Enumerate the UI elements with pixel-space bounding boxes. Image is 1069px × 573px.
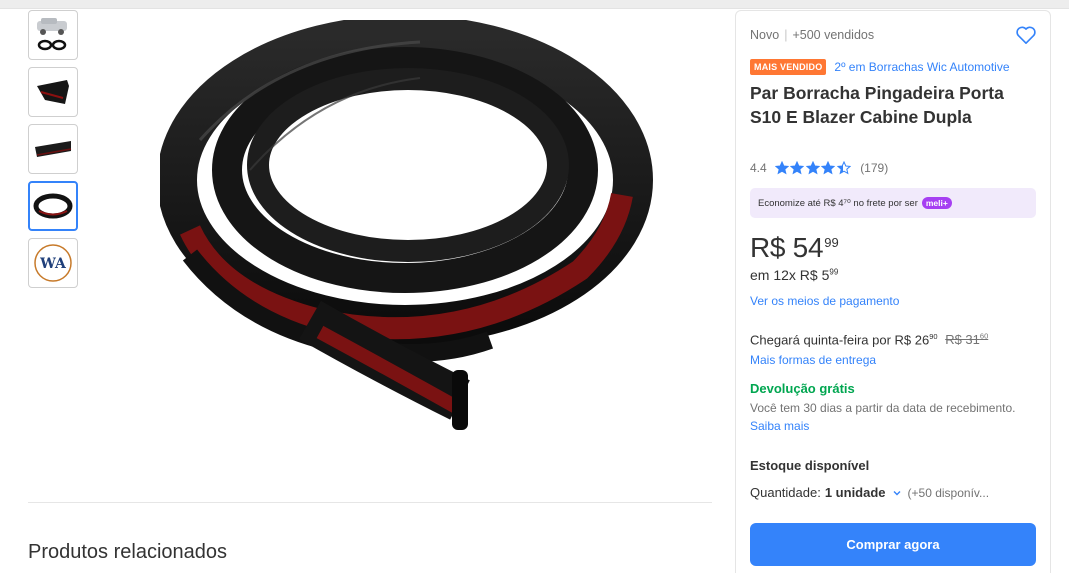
buy-box: Novo | +500 vendidos MAIS VENDIDO 2º em Bo…	[735, 10, 1051, 573]
logo-text: WA	[39, 256, 67, 272]
buy-now-button[interactable]: Comprar agora	[750, 523, 1036, 566]
thumbnail-strip-side[interactable]	[28, 124, 78, 174]
heart-icon[interactable]	[1015, 25, 1037, 45]
divider	[28, 502, 712, 503]
related-products-heading: Produtos relacionados	[28, 541, 228, 563]
learn-more-link[interactable]: Saiba mais	[750, 419, 809, 433]
shipping-old-amount: R$ 31	[945, 332, 980, 348]
condition-label: Novo	[750, 28, 780, 42]
quantity-selector[interactable]: Quantidade: 1 unidade (+50 disponív...	[750, 485, 989, 500]
quantity-label: Quantidade:	[750, 485, 821, 500]
main-product-image[interactable]	[157, 15, 660, 460]
shipping-old-price: R$ 3160	[945, 332, 988, 347]
rating-value: 4.4	[750, 161, 767, 175]
thumbnail-list: WA	[28, 10, 80, 295]
badge-row: MAIS VENDIDO 2º em Borrachas Wic Automot…	[750, 59, 1010, 75]
review-count: (179)	[860, 161, 889, 175]
thumbnail-truck-kit[interactable]	[28, 10, 78, 60]
product-subtitle: Novo | +500 vendidos	[750, 28, 874, 42]
stock-label: Estoque disponível	[750, 458, 870, 473]
sold-count: +500 vendidos	[792, 28, 875, 42]
meli-plus-banner: Economize até R$ 4⁷⁰ no frete por ser me…	[750, 188, 1036, 218]
star-icon	[774, 161, 789, 175]
quantity-available: (+50 disponív...	[907, 485, 990, 500]
price-cents: 99	[824, 235, 839, 250]
top-bar	[0, 0, 1069, 9]
price: R$ 54 99	[750, 232, 839, 264]
shipping-text: Chegará quinta-feira por R$ 26	[750, 332, 930, 348]
shipping-info: Chegará quinta-feira por R$ 2690 R$ 3160	[750, 332, 988, 347]
installments-text: em 12x R$ 5	[750, 267, 830, 283]
meli-plus-text: Economize até R$ 4⁷⁰ no frete por ser	[758, 197, 918, 209]
shipping-old-cents: 60	[979, 332, 989, 341]
installments-cents: 99	[829, 267, 839, 277]
thumbnail-logo[interactable]: WA	[28, 238, 78, 288]
star-icon	[790, 161, 805, 175]
product-title: Par Borracha Pingadeira Porta S10 E Blaz…	[750, 83, 1004, 127]
payment-methods-link[interactable]: Ver os meios de pagamento	[750, 294, 899, 308]
star-icon	[805, 161, 820, 175]
thumbnail-coil[interactable]	[28, 181, 78, 231]
chevron-down-icon	[893, 490, 901, 495]
star-icon	[836, 161, 851, 175]
thumbnail-profile-cross-section[interactable]	[28, 67, 78, 117]
meli-plus-pill: meli+	[921, 197, 952, 209]
shipping-cents: 90	[929, 332, 938, 341]
quantity-value: 1 unidade	[824, 485, 886, 500]
best-seller-badge: MAIS VENDIDO	[750, 59, 827, 75]
installments: em 12x R$ 599	[750, 267, 838, 283]
rating-row[interactable]: 4.4 (179)	[750, 161, 888, 175]
ranking-link[interactable]: 2º em Borrachas Wic Automotive	[834, 60, 1009, 74]
rating-stars	[774, 161, 853, 175]
free-returns-title: Devolução grátis	[750, 381, 855, 396]
price-amount: R$ 54	[750, 232, 824, 263]
free-returns-text: Você tem 30 dias a partir da data de rec…	[750, 401, 1016, 415]
star-icon	[821, 161, 836, 175]
separator: |	[784, 28, 788, 42]
delivery-options-link[interactable]: Mais formas de entrega	[750, 353, 876, 367]
